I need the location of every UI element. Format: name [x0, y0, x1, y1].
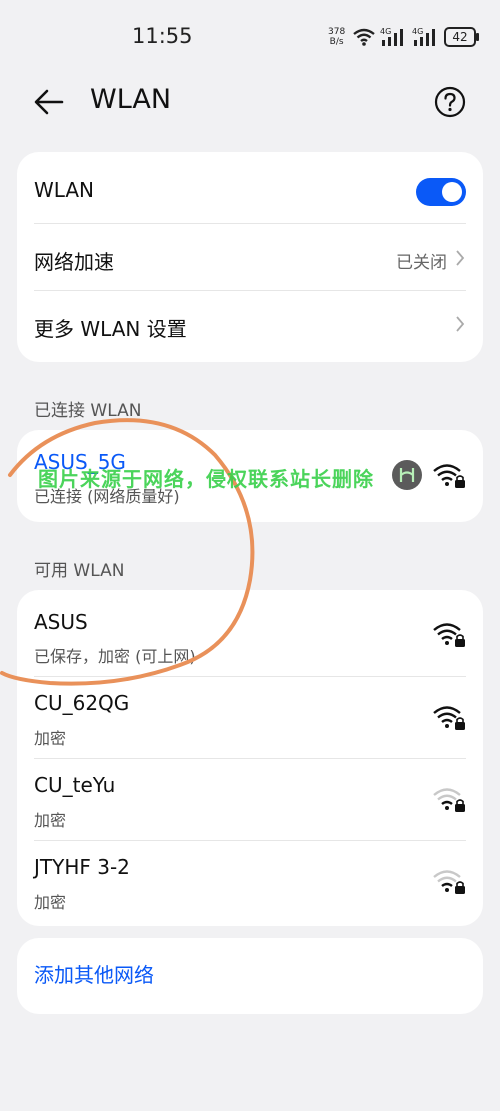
wifi-locked-icon	[433, 623, 465, 647]
page-header: WLAN	[0, 72, 500, 132]
battery-icon: 42	[444, 27, 479, 47]
back-arrow-icon[interactable]	[32, 86, 66, 118]
network-ssid: CU_teYu	[34, 773, 116, 797]
wifi-status-icon	[353, 28, 375, 46]
network-acceleration-value: 已关闭	[396, 253, 447, 273]
wlan-switch[interactable]	[416, 178, 466, 206]
chevron-right-icon	[456, 250, 465, 266]
more-wlan-settings-label: 更多 WLAN 设置	[34, 317, 187, 341]
watermark-logo	[392, 460, 422, 490]
wifi-network-row[interactable]: JTYHF 3-2 加密	[17, 841, 483, 926]
watermark-text: 图片来源于网络，侵权联系站长删除	[38, 467, 374, 491]
network-status: 加密	[34, 729, 67, 748]
network-speed-unit: B/s	[329, 37, 344, 47]
cellular-type-1: 4G	[380, 27, 391, 36]
hand-drawn-annotation-circle	[0, 418, 255, 686]
network-ssid: JTYHF 3-2	[34, 855, 130, 879]
add-network-card: 添加其他网络	[17, 938, 483, 1014]
wlan-label: WLAN	[34, 178, 95, 202]
wifi-weak-locked-icon	[433, 788, 465, 812]
settings-card: WLAN 网络加速 已关闭 更多 WLAN 设置	[17, 152, 483, 362]
cellular-type-2: 4G	[412, 27, 423, 36]
more-wlan-settings-row[interactable]: 更多 WLAN 设置	[17, 291, 483, 362]
wifi-weak-locked-icon	[433, 870, 465, 894]
switch-knob	[442, 182, 462, 202]
status-icons: 4G 4G 42	[352, 26, 479, 48]
network-speed-value: 378	[328, 27, 346, 37]
wlan-toggle-row[interactable]: WLAN	[17, 152, 483, 224]
chevron-right-icon	[456, 316, 465, 332]
help-icon[interactable]	[434, 86, 466, 118]
add-other-network-link[interactable]: 添加其他网络	[34, 959, 154, 988]
network-speed: 378 B/s	[328, 27, 345, 47]
network-status: 加密	[34, 811, 67, 830]
wifi-network-row[interactable]: CU_teYu 加密	[17, 759, 483, 841]
status-bar: 11:55 378 B/s 4G 4G 42	[0, 0, 500, 70]
wifi-locked-icon	[433, 464, 465, 488]
watermark-logo-icon	[399, 468, 415, 482]
page-title: WLAN	[90, 84, 172, 115]
cellular-signal-icon-2: 4G	[412, 27, 435, 46]
status-time: 11:55	[132, 24, 193, 48]
cellular-signal-icon: 4G	[380, 27, 403, 46]
network-acceleration-label: 网络加速	[34, 250, 114, 274]
wifi-locked-icon	[433, 706, 465, 730]
network-status: 加密	[34, 893, 67, 912]
network-acceleration-row[interactable]: 网络加速 已关闭	[17, 224, 483, 291]
